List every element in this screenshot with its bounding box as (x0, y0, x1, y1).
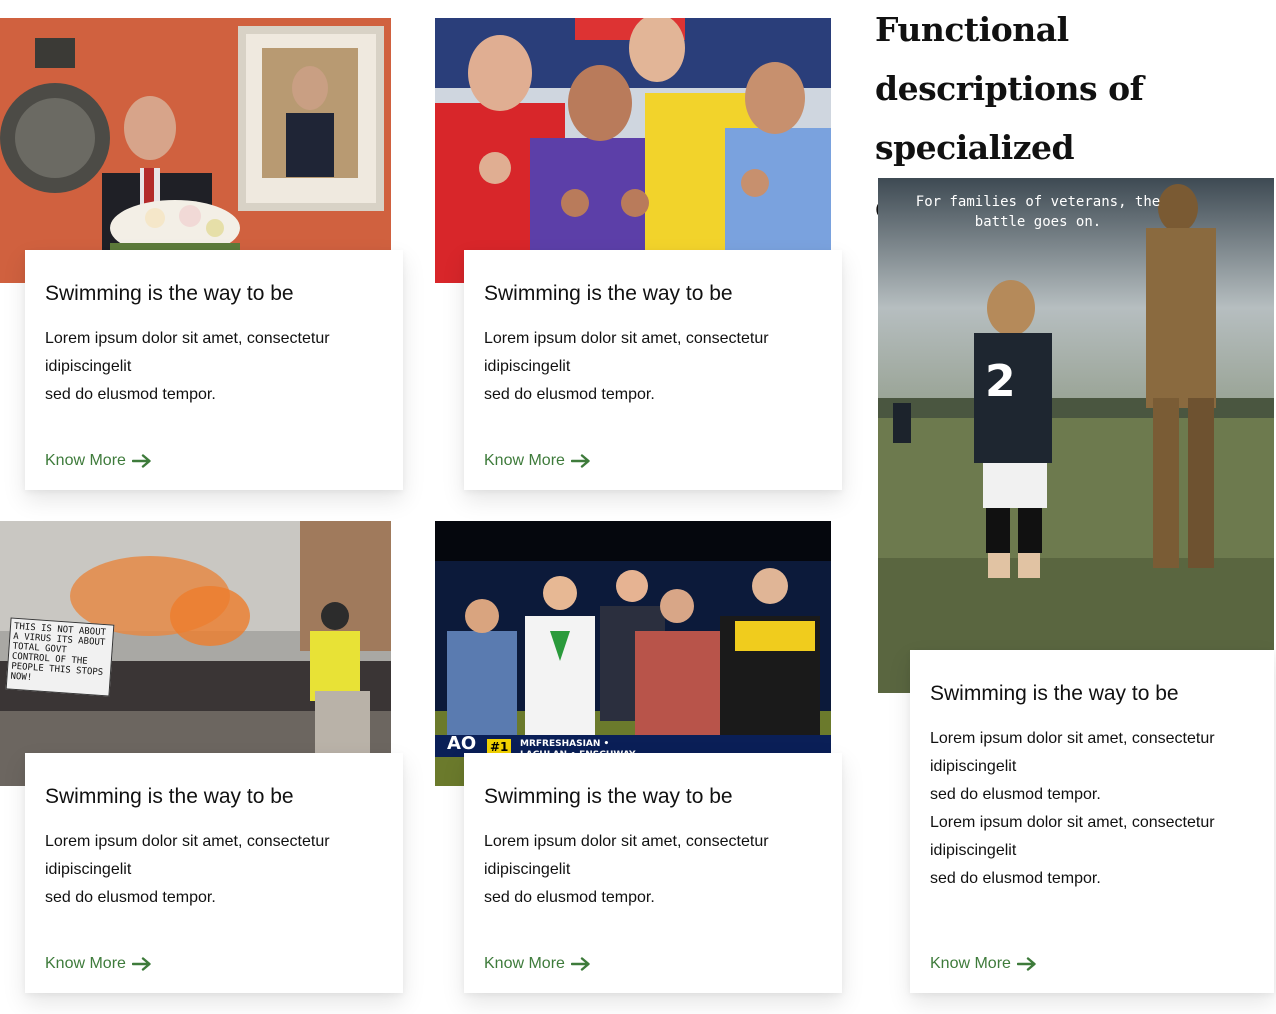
card-image-veterans-poster: For families of veterans, the battle goe… (878, 178, 1274, 693)
card-title: Swimming is the way to be (45, 785, 294, 808)
card-description: Lorem ipsum dolor sit amet, consectetur … (484, 330, 769, 403)
news-card: Swimming is the way to be Lorem ipsum do… (464, 250, 842, 490)
card-image-tv-set: AO #1 MRFRESHASIAN • LACHLAN • ENSCHWAY (435, 521, 831, 786)
news-card: Swimming is the way to be Lorem ipsum do… (910, 650, 1274, 993)
news-card: Swimming is the way to be Lorem ipsum do… (464, 753, 842, 993)
jersey-number: 2 (985, 356, 1016, 407)
card-description: Lorem ipsum dolor sit amet, consectetur … (930, 730, 1215, 887)
poster-text: For families of veterans, the battle goe… (915, 194, 1161, 230)
card-title: Swimming is the way to be (484, 282, 733, 305)
arrow-right-icon (1016, 957, 1036, 971)
know-more-link[interactable]: Know More (45, 452, 152, 470)
news-card: Swimming is the way to be Lorem ipsum do… (25, 753, 403, 993)
card-description: Lorem ipsum dolor sit amet, consectetur … (484, 833, 769, 906)
card-image-parliament (0, 18, 391, 283)
card-description: Lorem ipsum dolor sit amet, consectetur … (45, 330, 330, 403)
arrow-right-icon (570, 454, 590, 468)
arrow-right-icon (131, 957, 151, 971)
know-more-link[interactable]: Know More (484, 955, 591, 973)
card-title: Swimming is the way to be (45, 282, 294, 305)
arrow-right-icon (570, 957, 590, 971)
tv-logo: AO (447, 733, 477, 754)
card-image-protest: THIS IS NOT ABOUT A VIRUS ITS ABOUT TOTA… (0, 521, 391, 786)
know-more-link[interactable]: Know More (45, 955, 152, 973)
know-more-link[interactable]: Know More (930, 955, 1037, 973)
card-description: Lorem ipsum dolor sit amet, consectetur … (45, 833, 330, 906)
card-title: Swimming is the way to be (484, 785, 733, 808)
protest-sign: THIS IS NOT ABOUT A VIRUS ITS ABOUT TOTA… (5, 617, 115, 697)
card-image-performers (435, 18, 831, 283)
news-card: Swimming is the way to be Lorem ipsum do… (25, 250, 403, 490)
arrow-right-icon (131, 454, 151, 468)
know-more-link[interactable]: Know More (484, 452, 591, 470)
card-title: Swimming is the way to be (930, 682, 1179, 705)
